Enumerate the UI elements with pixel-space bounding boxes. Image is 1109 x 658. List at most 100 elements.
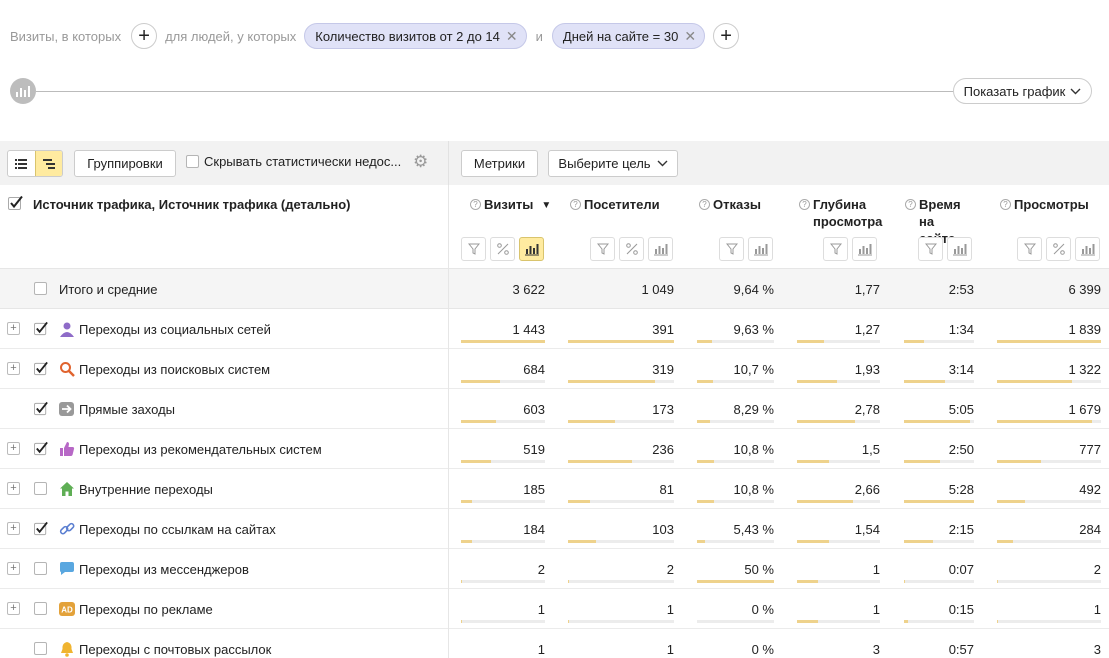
help-icon[interactable]: ?	[570, 199, 581, 210]
share-bar	[997, 380, 1101, 383]
expand-row-button[interactable]: +	[7, 522, 20, 535]
add-people-condition-button[interactable]: +	[713, 23, 740, 49]
filter-button[interactable]	[719, 237, 744, 261]
table-row[interactable]: Прямые заходы 603 173 8,29 % 2,78 5:05 1 679	[0, 389, 1109, 429]
select-goal-dropdown[interactable]: Выберите цель	[548, 150, 678, 177]
chevron-down-icon	[657, 160, 668, 167]
show-chart-button[interactable]: Показать график	[953, 78, 1092, 104]
percent-button[interactable]	[490, 237, 515, 261]
help-icon[interactable]: ?	[799, 199, 810, 210]
cell-time-on-site: 2:15	[948, 522, 974, 537]
share-bar	[797, 580, 880, 583]
row-checkbox-checked[interactable]	[34, 321, 49, 336]
cell-visitors: 236	[652, 442, 674, 457]
table-row[interactable]: + Переходы из рекомендательных систем 519 2…	[0, 429, 1109, 469]
filter-button[interactable]	[461, 237, 486, 261]
chart-button[interactable]	[852, 237, 877, 261]
chart-button[interactable]	[519, 237, 544, 261]
chart-button[interactable]	[748, 237, 773, 261]
filter-icon	[467, 243, 480, 255]
row-label[interactable]: Переходы из поисковых систем	[79, 362, 270, 377]
tree-view-button[interactable]	[34, 151, 62, 176]
row-label[interactable]: Переходы по рекламе	[79, 602, 213, 617]
filter-button[interactable]	[1017, 237, 1042, 261]
close-icon[interactable]: ✕	[506, 29, 518, 43]
metric-header-visitors[interactable]: ? Посетители	[570, 196, 660, 213]
row-checkbox[interactable]	[34, 482, 47, 495]
expand-row-button[interactable]: +	[7, 602, 20, 615]
row-checkbox[interactable]	[34, 562, 47, 575]
row-label[interactable]: Переходы из мессенджеров	[79, 562, 249, 577]
dimension-header[interactable]: Источник трафика, Источник трафика (дета…	[33, 197, 351, 212]
condition-chip-days-on-site[interactable]: Дней на сайте = 30 ✕	[551, 23, 706, 49]
metric-tools	[590, 237, 673, 261]
row-checkbox[interactable]	[34, 642, 47, 655]
close-icon[interactable]: ✕	[684, 29, 696, 43]
table-row[interactable]: + AD Переходы по рекламе 1 1 0 % 1 0:15 1	[0, 589, 1109, 629]
sort-desc-icon[interactable]: ▼	[541, 197, 551, 214]
checkbox-box[interactable]	[186, 155, 199, 168]
cell-time-on-site: 2:50	[948, 442, 974, 457]
metrics-button[interactable]: Метрики	[461, 150, 538, 177]
metric-header-visits[interactable]: ? Визиты ▼	[470, 196, 551, 214]
cell-time-on-site: 1:34	[948, 322, 974, 337]
people-condition-label: для людей, у которых	[165, 28, 297, 44]
row-checkbox-checked[interactable]	[34, 361, 49, 376]
expand-row-button[interactable]: +	[7, 362, 20, 375]
select-all-checkbox[interactable]	[8, 195, 24, 211]
help-icon[interactable]: ?	[1000, 199, 1011, 210]
expand-row-button[interactable]: +	[7, 482, 20, 495]
row-checkbox-checked[interactable]	[34, 441, 49, 456]
help-icon[interactable]: ?	[470, 199, 481, 210]
help-icon[interactable]: ?	[699, 199, 710, 210]
expand-row-button[interactable]: +	[7, 562, 20, 575]
gear-icon[interactable]: ⚙	[413, 153, 428, 170]
metric-header-pageviews[interactable]: ? Просмотры	[1000, 196, 1089, 213]
share-bar	[697, 340, 774, 343]
chart-button[interactable]	[648, 237, 673, 261]
filter-button[interactable]	[918, 237, 943, 261]
cell-pageviews: 1	[1093, 602, 1101, 617]
metric-header-bounce-rate[interactable]: ? Отказы	[699, 196, 761, 213]
expand-row-button[interactable]: +	[7, 322, 20, 335]
table-row[interactable]: + Переходы из социальных сетей 1 443 391 9,6…	[0, 309, 1109, 349]
row-label[interactable]: Переходы по ссылкам на сайтах	[79, 522, 276, 537]
row-checkbox-checked[interactable]	[34, 521, 49, 536]
table-row[interactable]: + Переходы по ссылкам на сайтах 184 103 5,43…	[0, 509, 1109, 549]
list-view-button[interactable]	[8, 151, 35, 176]
row-label[interactable]: Прямые заходы	[79, 402, 175, 417]
cell-pageviews: 3	[1093, 642, 1101, 657]
cell-pageviews: 6 399	[1068, 282, 1101, 297]
chart-button[interactable]	[1075, 237, 1100, 261]
row-checkbox-checked[interactable]	[34, 401, 49, 416]
percent-button[interactable]	[1046, 237, 1071, 261]
table-row[interactable]: + Переходы из мессенджеров 2 2 50 % 1 0:07 2	[0, 549, 1109, 589]
percent-button[interactable]	[619, 237, 644, 261]
row-label[interactable]: Переходы с почтовых рассылок	[79, 642, 271, 657]
chart-divider-line	[36, 91, 954, 92]
cell-visits: 3 622	[512, 282, 545, 297]
table-row[interactable]: + Переходы из поисковых систем 684 319 10,7 …	[0, 349, 1109, 389]
bar-chart-icon	[653, 243, 668, 255]
row-checkbox[interactable]	[34, 282, 47, 295]
filter-button[interactable]	[590, 237, 615, 261]
filter-button[interactable]	[823, 237, 848, 261]
filter-icon	[1023, 243, 1036, 255]
cell-visitors: 319	[652, 362, 674, 377]
metric-header-page-depth[interactable]: ? Глубина просмотра	[799, 196, 882, 230]
share-bar	[904, 460, 974, 463]
row-label[interactable]: Переходы из рекомендательных систем	[79, 442, 322, 457]
condition-chip-visits-count[interactable]: Количество визитов от 2 до 14 ✕	[304, 23, 527, 49]
table-row[interactable]: Переходы с почтовых рассылок 1 1 0 % 3 0:57 3	[0, 629, 1109, 658]
groupings-button[interactable]: Группировки	[74, 150, 176, 177]
add-visit-condition-button[interactable]: +	[131, 23, 158, 49]
chart-button[interactable]	[947, 237, 972, 261]
table-row[interactable]: + Внутренние переходы 185 81 10,8 % 2,66 5:28 4…	[0, 469, 1109, 509]
row-label[interactable]: Внутренние переходы	[79, 482, 213, 497]
hide-insignificant-checkbox[interactable]: Скрывать статистически недос...	[186, 154, 401, 169]
expand-row-button[interactable]: +	[7, 442, 20, 455]
row-checkbox[interactable]	[34, 602, 47, 615]
chart-icon[interactable]	[10, 78, 36, 104]
help-icon[interactable]: ?	[905, 199, 916, 210]
row-label[interactable]: Переходы из социальных сетей	[79, 322, 271, 337]
